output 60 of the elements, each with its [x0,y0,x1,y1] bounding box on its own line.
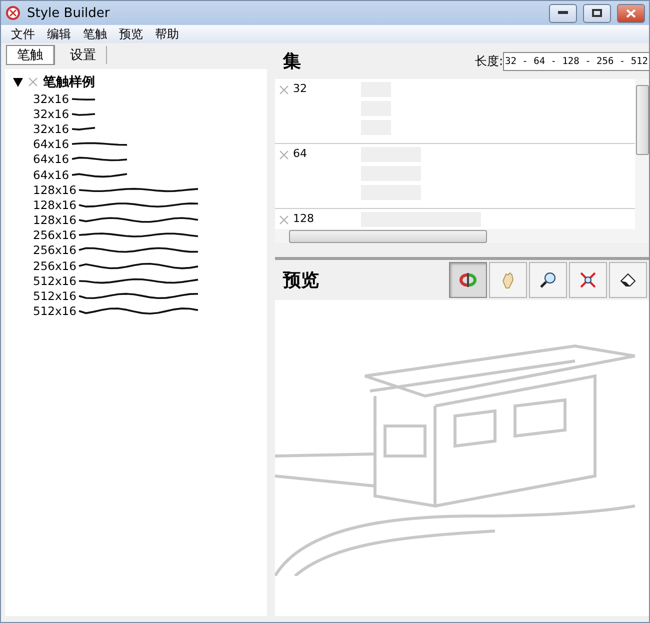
brush-stroke-icon [78,200,200,210]
x-icon [28,77,38,87]
set-label: 128 [293,212,315,227]
tree-item[interactable]: 512x16 [33,274,76,288]
horizontal-scrollbar[interactable] [275,229,649,243]
brush-stroke-icon [78,215,200,226]
eraser-icon [619,271,637,289]
set-label: 64 [293,147,308,162]
tree-item[interactable]: 笔触样例 [43,73,95,91]
section-title: 预览 [283,269,320,292]
tree-item[interactable]: 256x16 [33,258,76,273]
x-icon [279,215,289,225]
window-title: Style Builder [27,6,111,20]
brush-stroke-icon [78,245,200,256]
tool-button[interactable] [449,262,487,298]
tree-item[interactable]: 512x16 [33,289,76,304]
brush-stroke-icon [78,230,200,240]
orbit-icon [458,271,478,289]
menu-item[interactable]: 编辑 [41,25,77,43]
maximize-button[interactable] [583,4,611,22]
tree-item[interactable]: 32x16 [33,92,70,106]
app-logo-icon [5,5,21,21]
maximize-icon [592,9,602,17]
x-icon [279,85,289,95]
tree-item[interactable]: 128x16 [33,198,76,212]
close-button[interactable] [617,4,645,22]
brush-stroke-icon [78,260,200,271]
tree-item[interactable]: 128x16 [33,182,76,197]
tree-item[interactable]: 64x16 [33,137,70,152]
tree-item[interactable]: 64x16 [33,168,70,182]
menu-item[interactable]: 预览 [113,25,149,43]
close-icon [626,8,636,18]
x-icon [279,150,289,160]
tool-button[interactable] [529,262,567,298]
length-field[interactable]: 32 - 64 - 128 - 256 - 512 [503,52,649,70]
tool-button[interactable] [609,262,647,298]
tree-item[interactable]: 64x16 [33,152,70,166]
tree-item[interactable]: 32x16 [33,106,70,121]
brush-stroke-icon [78,276,200,286]
field-label: 长度: [474,52,503,70]
tree-item[interactable]: 256x16 [33,228,76,242]
set-label: 32 [293,82,308,97]
tree-item[interactable]: 128x16 [33,213,76,228]
menu-item[interactable]: 帮助 [149,25,185,43]
zoom-extents-icon [579,271,597,289]
search-icon [539,271,557,289]
brush-stroke-icon [78,291,200,302]
brush-stroke-icon [78,306,200,316]
vertical-scrollbar[interactable] [635,79,649,229]
section-title: 集 [283,50,302,73]
tab[interactable]: 笔触 [7,46,54,64]
minimize-icon [558,11,568,15]
menu-item[interactable]: 笔触 [77,25,113,43]
tab[interactable]: 设置 [60,46,107,64]
tree-item[interactable]: 32x16 [33,122,70,136]
tree-item[interactable]: 512x16 [33,304,76,318]
tree-item[interactable]: 256x16 [33,243,76,258]
menu-item[interactable]: 文件 [5,25,41,43]
expand-triangle-icon[interactable] [13,78,23,86]
minimize-button[interactable] [549,4,577,22]
